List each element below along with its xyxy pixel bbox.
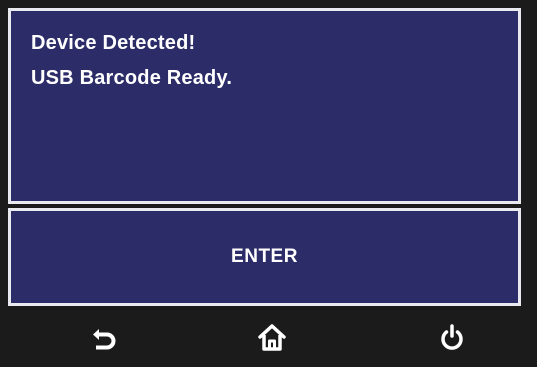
back-arrow-icon: [93, 329, 116, 350]
home-button[interactable]: [250, 320, 294, 356]
message-panel: Device Detected! USB Barcode Ready.: [8, 8, 521, 204]
message-line-barcode-ready: USB Barcode Ready.: [31, 67, 233, 89]
bottom-nav-bar: [0, 310, 537, 367]
power-button[interactable]: [430, 320, 474, 356]
enter-button[interactable]: ENTER: [8, 208, 521, 306]
power-icon: [441, 324, 463, 350]
device-screen: Device Detected! USB Barcode Ready. ENTE…: [0, 0, 537, 367]
back-button[interactable]: [83, 320, 127, 356]
enter-button-label: ENTER: [231, 246, 298, 267]
home-icon: [258, 324, 286, 351]
message-line-device-detected: Device Detected!: [31, 32, 196, 54]
